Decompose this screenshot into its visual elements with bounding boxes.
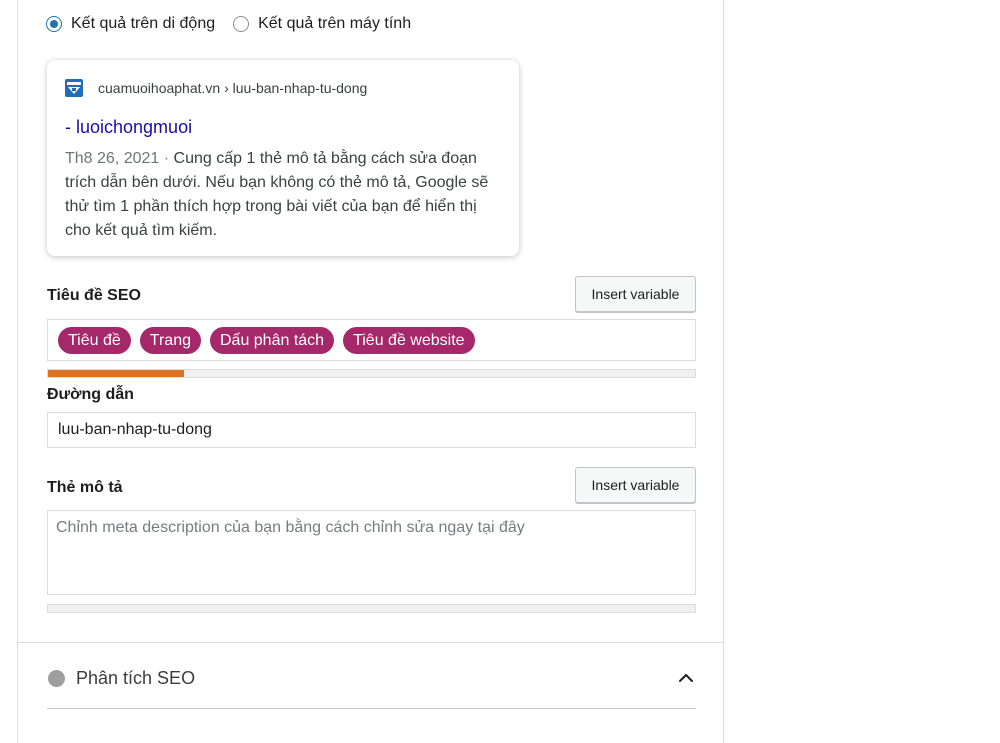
- seo-title-editor[interactable]: Tiêu đề Trang Dấu phân tách Tiêu đề webs…: [47, 319, 696, 361]
- meta-description-insert-variable-button[interactable]: Insert variable: [575, 467, 696, 503]
- mobile-preview-label: Kết quả trên di động: [71, 15, 216, 32]
- mobile-preview-radio[interactable]: [46, 16, 62, 32]
- serp-site-row: cuamuoihoaphat.vn › luu-ban-nhap-tu-dong: [65, 78, 501, 98]
- meta-description-progress-bar: [47, 604, 696, 613]
- seo-title-label: Tiêu đề SEO: [47, 287, 141, 304]
- serp-title-link[interactable]: - luoichongmuoi: [65, 115, 501, 139]
- variable-chip-separator[interactable]: Dấu phân tách: [209, 326, 335, 354]
- seo-score-dot-icon: [48, 669, 65, 687]
- serp-breadcrumb: cuamuoihoaphat.vn › luu-ban-nhap-tu-dong: [98, 80, 368, 96]
- meta-description-input[interactable]: [47, 510, 696, 595]
- serp-description: Th8 26, 2021 · Cung cấp 1 thẻ mô tả bằng…: [65, 147, 505, 243]
- seo-panel: Kết quả trên di động Kết quả trên máy tí…: [17, 0, 724, 743]
- seo-analysis-title: Phân tích SEO: [76, 667, 196, 688]
- serp-preview-card: cuamuoihoaphat.vn › luu-ban-nhap-tu-dong…: [47, 60, 519, 256]
- slug-label: Đường dẫn: [47, 386, 134, 403]
- meta-description-label: Thẻ mô tả: [47, 479, 123, 496]
- seo-title-insert-variable-button[interactable]: Insert variable: [575, 276, 696, 312]
- section-bottom-rule: [47, 708, 696, 709]
- serp-date: Th8 26, 2021 ·: [65, 150, 170, 167]
- seo-title-progress-fill: [48, 370, 184, 377]
- variable-chip-site-title[interactable]: Tiêu đề website: [343, 326, 475, 354]
- variable-chip-page[interactable]: Trang: [139, 326, 201, 354]
- seo-analysis-toggle[interactable]: Phân tích SEO: [47, 658, 696, 698]
- seo-title-progress-bar: [47, 369, 696, 378]
- chevron-up-icon[interactable]: [676, 668, 696, 688]
- mobile-preview-option[interactable]: Kết quả trên di động: [46, 15, 215, 33]
- desktop-preview-radio[interactable]: [233, 16, 250, 32]
- section-divider: [18, 642, 723, 643]
- desktop-preview-option[interactable]: Kết quả trên máy tính: [233, 15, 411, 33]
- slug-input[interactable]: [47, 412, 696, 448]
- variable-chip-title[interactable]: Tiêu đề: [58, 326, 131, 354]
- site-favicon-icon: [65, 79, 83, 97]
- desktop-preview-label: Kết quả trên máy tính: [258, 15, 412, 32]
- preview-mode-group: Kết quả trên di động Kết quả trên máy tí…: [46, 15, 429, 33]
